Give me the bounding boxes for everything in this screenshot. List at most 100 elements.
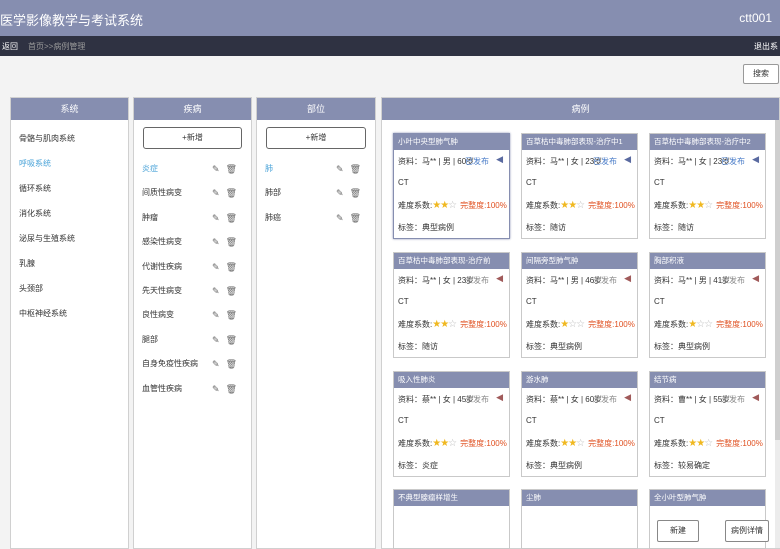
case-card[interactable]: 结节病 资料：曹** | 女 | 55岁 未发布 ◀ CT 难度系数:★★☆ 完整度:100… <box>649 371 766 477</box>
edit-icon[interactable]: ✎ <box>336 188 344 198</box>
unpublish-icon[interactable]: ◀ <box>496 392 503 403</box>
difficulty-stars: ★★☆ <box>688 438 713 449</box>
diseases-row[interactable]: 间质性病变 ✎ 🗑 <box>134 181 251 205</box>
system-item[interactable]: 中枢神经系统 <box>11 301 128 326</box>
tag-label: 标签： <box>398 461 422 470</box>
edit-icon[interactable]: ✎ <box>212 359 220 369</box>
case-modality: CT <box>398 416 409 425</box>
search-button[interactable]: 搜索 <box>743 64 779 84</box>
publish-status: 未发布 <box>593 276 617 285</box>
diseases-row[interactable]: 腿部 ✎ 🗑 <box>134 328 251 352</box>
disease-panel: 疾病 +新增 炎症 ✎ 🗑 间质性病变 ✎ 🗑 肿瘤 ✎ 🗑 感染性病变 ✎ 🗑 代谢性疾病 ✎ 🗑 先天性病… <box>133 97 252 549</box>
case-card[interactable]: 百草枯中毒肺部表现-治疗中1 资料：马** | 女 | 23岁 已发布 ◀ CT 难度系数… <box>521 133 638 239</box>
publish-status: 未发布 <box>721 276 745 285</box>
tag-label: 标签： <box>398 223 422 232</box>
difficulty-label: 难度系数: <box>526 201 561 210</box>
send-icon[interactable]: ◀ <box>752 154 759 165</box>
delete-icon[interactable]: 🗑 <box>350 213 361 223</box>
case-card[interactable]: 百草枯中毒肺部表现-治疗中2 资料：马** | 女 | 23岁 已发布 ◀ CT 难度系数… <box>649 133 766 239</box>
case-header: 病例 <box>382 98 779 120</box>
unpublish-icon[interactable]: ◀ <box>752 392 759 403</box>
case-scrollbar[interactable] <box>775 120 780 548</box>
case-title: 胸部积液 <box>650 253 765 269</box>
diseases-row[interactable]: 感染性病变 ✎ 🗑 <box>134 230 251 254</box>
system-item[interactable]: 消化系统 <box>11 201 128 226</box>
system-item[interactable]: 循环系统 <box>11 176 128 201</box>
edit-icon[interactable]: ✎ <box>336 164 344 174</box>
system-item[interactable]: 骨骼与肌肉系统 <box>11 126 128 151</box>
back-link[interactable]: 返回 <box>2 41 18 52</box>
edit-icon[interactable]: ✎ <box>212 237 220 247</box>
edit-icon[interactable]: ✎ <box>212 262 220 272</box>
unpublish-icon[interactable]: ◀ <box>624 392 631 403</box>
case-difficulty: 难度系数:★★☆ 完整度:100% <box>398 200 507 211</box>
diseases-row[interactable]: 炎症 ✎ 🗑 <box>134 157 251 181</box>
send-icon[interactable]: ◀ <box>496 154 503 165</box>
case-title: 游水肺 <box>522 372 637 388</box>
diseases-row[interactable]: 肿瘤 ✎ 🗑 <box>134 206 251 230</box>
diseases-row[interactable]: 良性病变 ✎ 🗑 <box>134 303 251 327</box>
edit-icon[interactable]: ✎ <box>212 213 220 223</box>
case-card[interactable]: 尘肺 <box>521 489 638 549</box>
diseases-row[interactable]: 先天性病变 ✎ 🗑 <box>134 279 251 303</box>
delete-icon[interactable]: 🗑 <box>226 335 237 345</box>
delete-icon[interactable]: 🗑 <box>350 188 361 198</box>
send-icon[interactable]: ◀ <box>624 154 631 165</box>
diseases-row[interactable]: 代谢性疾病 ✎ 🗑 <box>134 255 251 279</box>
parts-row[interactable]: 肺癌 ✎ 🗑 <box>257 206 375 230</box>
system-item[interactable]: 泌尿与生殖系统 <box>11 226 128 251</box>
parts-row[interactable]: 肺部 ✎ 🗑 <box>257 181 375 205</box>
edit-icon[interactable]: ✎ <box>212 310 220 320</box>
unpublish-icon[interactable]: ◀ <box>624 273 631 284</box>
publish-status: 已发布 <box>593 157 617 166</box>
edit-icon[interactable]: ✎ <box>212 164 220 174</box>
delete-icon[interactable]: 🗑 <box>226 286 237 296</box>
case-difficulty: 难度系数:★★☆ 完整度:100% <box>398 438 507 449</box>
edit-icon[interactable]: ✎ <box>212 335 220 345</box>
delete-icon[interactable]: 🗑 <box>226 384 237 394</box>
edit-icon[interactable]: ✎ <box>336 213 344 223</box>
case-title: 百草枯中毒肺部表现-治疗中1 <box>522 134 637 150</box>
delete-icon[interactable]: 🗑 <box>226 188 237 198</box>
tag-label: 标签： <box>526 342 550 351</box>
delete-icon[interactable]: 🗑 <box>226 310 237 320</box>
add-part-button[interactable]: +新增 <box>266 127 366 149</box>
star-icon: ★ <box>440 438 449 449</box>
case-card[interactable]: 不典型腺瘤样增生 <box>393 489 510 549</box>
delete-icon[interactable]: 🗑 <box>226 164 237 174</box>
case-source: 资料：蔡** | 女 | 45岁 <box>398 394 474 405</box>
case-card[interactable]: 间隔旁型肺气肿 资料：马** | 男 | 46岁 未发布 ◀ CT 难度系数:★☆☆ 完整度… <box>521 252 638 358</box>
scrollbar-thumb[interactable] <box>775 120 780 440</box>
parts-row[interactable]: 肺 ✎ 🗑 <box>257 157 375 181</box>
system-item[interactable]: 乳腺 <box>11 251 128 276</box>
logout-link[interactable]: 退出系 <box>754 41 778 52</box>
system-item[interactable]: 头颈部 <box>11 276 128 301</box>
delete-icon[interactable]: 🗑 <box>226 213 237 223</box>
top-bar: 医学影像教学与考试系统 ctt001 <box>0 0 780 36</box>
delete-icon[interactable]: 🗑 <box>226 237 237 247</box>
case-card[interactable]: 百草枯中毒肺部表现-治疗前 资料：马** | 女 | 23岁 未发布 ◀ CT 难度系数:… <box>393 252 510 358</box>
unpublish-icon[interactable]: ◀ <box>752 273 759 284</box>
diseases-row[interactable]: 血管性疾病 ✎ 🗑 <box>134 377 251 401</box>
new-case-button[interactable]: 新建 <box>657 520 699 542</box>
edit-icon[interactable]: ✎ <box>212 384 220 394</box>
edit-icon[interactable]: ✎ <box>212 286 220 296</box>
star-icon: ★ <box>696 438 705 449</box>
case-card[interactable]: 吸入性肺炎 资料：蔡** | 女 | 45岁 未发布 ◀ CT 难度系数:★★☆ 完整度:1… <box>393 371 510 477</box>
case-card[interactable]: 游水肺 资料：蔡** | 女 | 60岁 未发布 ◀ CT 难度系数:★★☆ 完整度:100… <box>521 371 638 477</box>
add-disease-button[interactable]: +新增 <box>143 127 242 149</box>
delete-icon[interactable]: 🗑 <box>226 359 237 369</box>
case-tag: 标签：典型病例 <box>526 460 582 471</box>
delete-icon[interactable]: 🗑 <box>226 262 237 272</box>
case-card[interactable]: 小叶中央型肺气肿 资料：马** | 男 | 60岁 已发布 ◀ CT 难度系数:★★☆ 完整… <box>393 133 510 239</box>
delete-icon[interactable]: 🗑 <box>350 164 361 174</box>
tag-value: 典型病例 <box>550 342 582 351</box>
system-item[interactable]: 呼吸系统 <box>11 151 128 176</box>
case-card[interactable]: 胸部积液 资料：马** | 男 | 41岁 未发布 ◀ CT 难度系数:★☆☆ 完整度:10… <box>649 252 766 358</box>
case-detail-button[interactable]: 病例详情 <box>725 520 769 542</box>
user-name[interactable]: ctt001 <box>739 11 772 25</box>
unpublish-icon[interactable]: ◀ <box>496 273 503 284</box>
diseases-label: 代谢性疾病 <box>142 261 182 271</box>
edit-icon[interactable]: ✎ <box>212 188 220 198</box>
diseases-row[interactable]: 自身免疫性疾病 ✎ 🗑 <box>134 352 251 376</box>
